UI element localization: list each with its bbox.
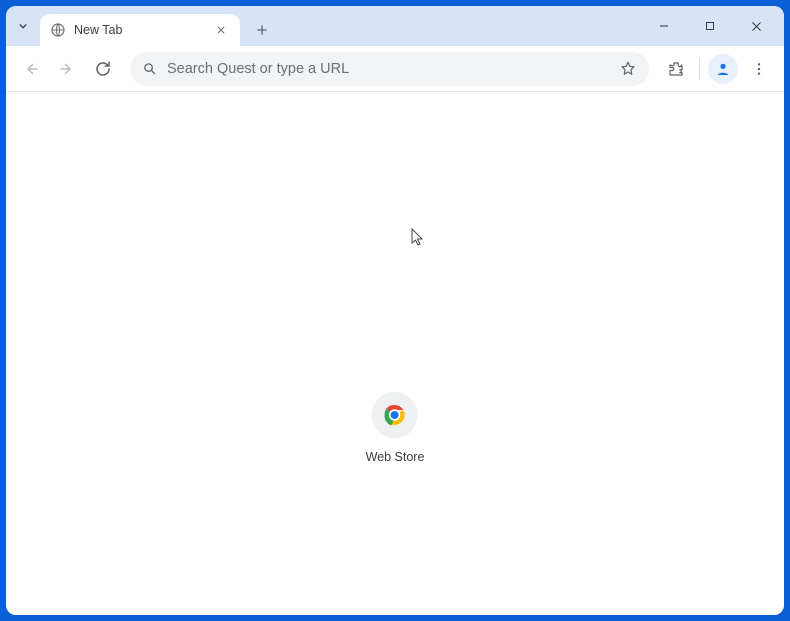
chrome-icon <box>383 403 407 427</box>
browser-window: New Tab <box>6 6 784 615</box>
arrow-left-icon <box>22 60 40 78</box>
tab-close-button[interactable] <box>212 21 230 39</box>
tab-title: New Tab <box>74 23 204 37</box>
bookmark-star-icon[interactable] <box>619 60 637 78</box>
reload-icon <box>94 60 112 78</box>
maximize-icon <box>704 20 716 32</box>
plus-icon <box>255 23 269 37</box>
title-bar: New Tab <box>6 6 784 46</box>
extensions-button[interactable] <box>661 54 691 84</box>
minimize-icon <box>658 20 670 32</box>
search-icon <box>142 61 157 76</box>
back-button[interactable] <box>16 54 46 84</box>
toolbar <box>6 46 784 92</box>
tab-new-tab[interactable]: New Tab <box>40 14 240 46</box>
arrow-right-icon <box>58 60 76 78</box>
close-icon <box>216 25 226 35</box>
maximize-button[interactable] <box>698 14 722 38</box>
kebab-icon <box>751 61 767 77</box>
address-input[interactable] <box>167 61 609 77</box>
new-tab-button[interactable] <box>248 16 276 44</box>
chevron-down-icon <box>16 19 30 33</box>
shortcut-label: Web Store <box>366 450 425 464</box>
toolbar-divider <box>699 58 700 80</box>
shortcut-tile <box>372 392 418 438</box>
shortcut-web-store[interactable]: Web Store <box>366 392 425 464</box>
window-controls <box>642 6 778 46</box>
globe-icon <box>50 22 66 38</box>
menu-button[interactable] <box>744 54 774 84</box>
close-icon <box>750 20 763 33</box>
reload-button[interactable] <box>88 54 118 84</box>
person-icon <box>714 60 732 78</box>
mouse-cursor-icon <box>411 228 427 248</box>
minimize-button[interactable] <box>652 14 676 38</box>
puzzle-icon <box>667 60 685 78</box>
profile-button[interactable] <box>708 54 738 84</box>
page-content: Web Store <box>6 92 784 615</box>
search-tabs-button[interactable] <box>6 6 40 46</box>
window-close-button[interactable] <box>744 14 768 38</box>
forward-button[interactable] <box>52 54 82 84</box>
address-bar[interactable] <box>130 52 649 86</box>
